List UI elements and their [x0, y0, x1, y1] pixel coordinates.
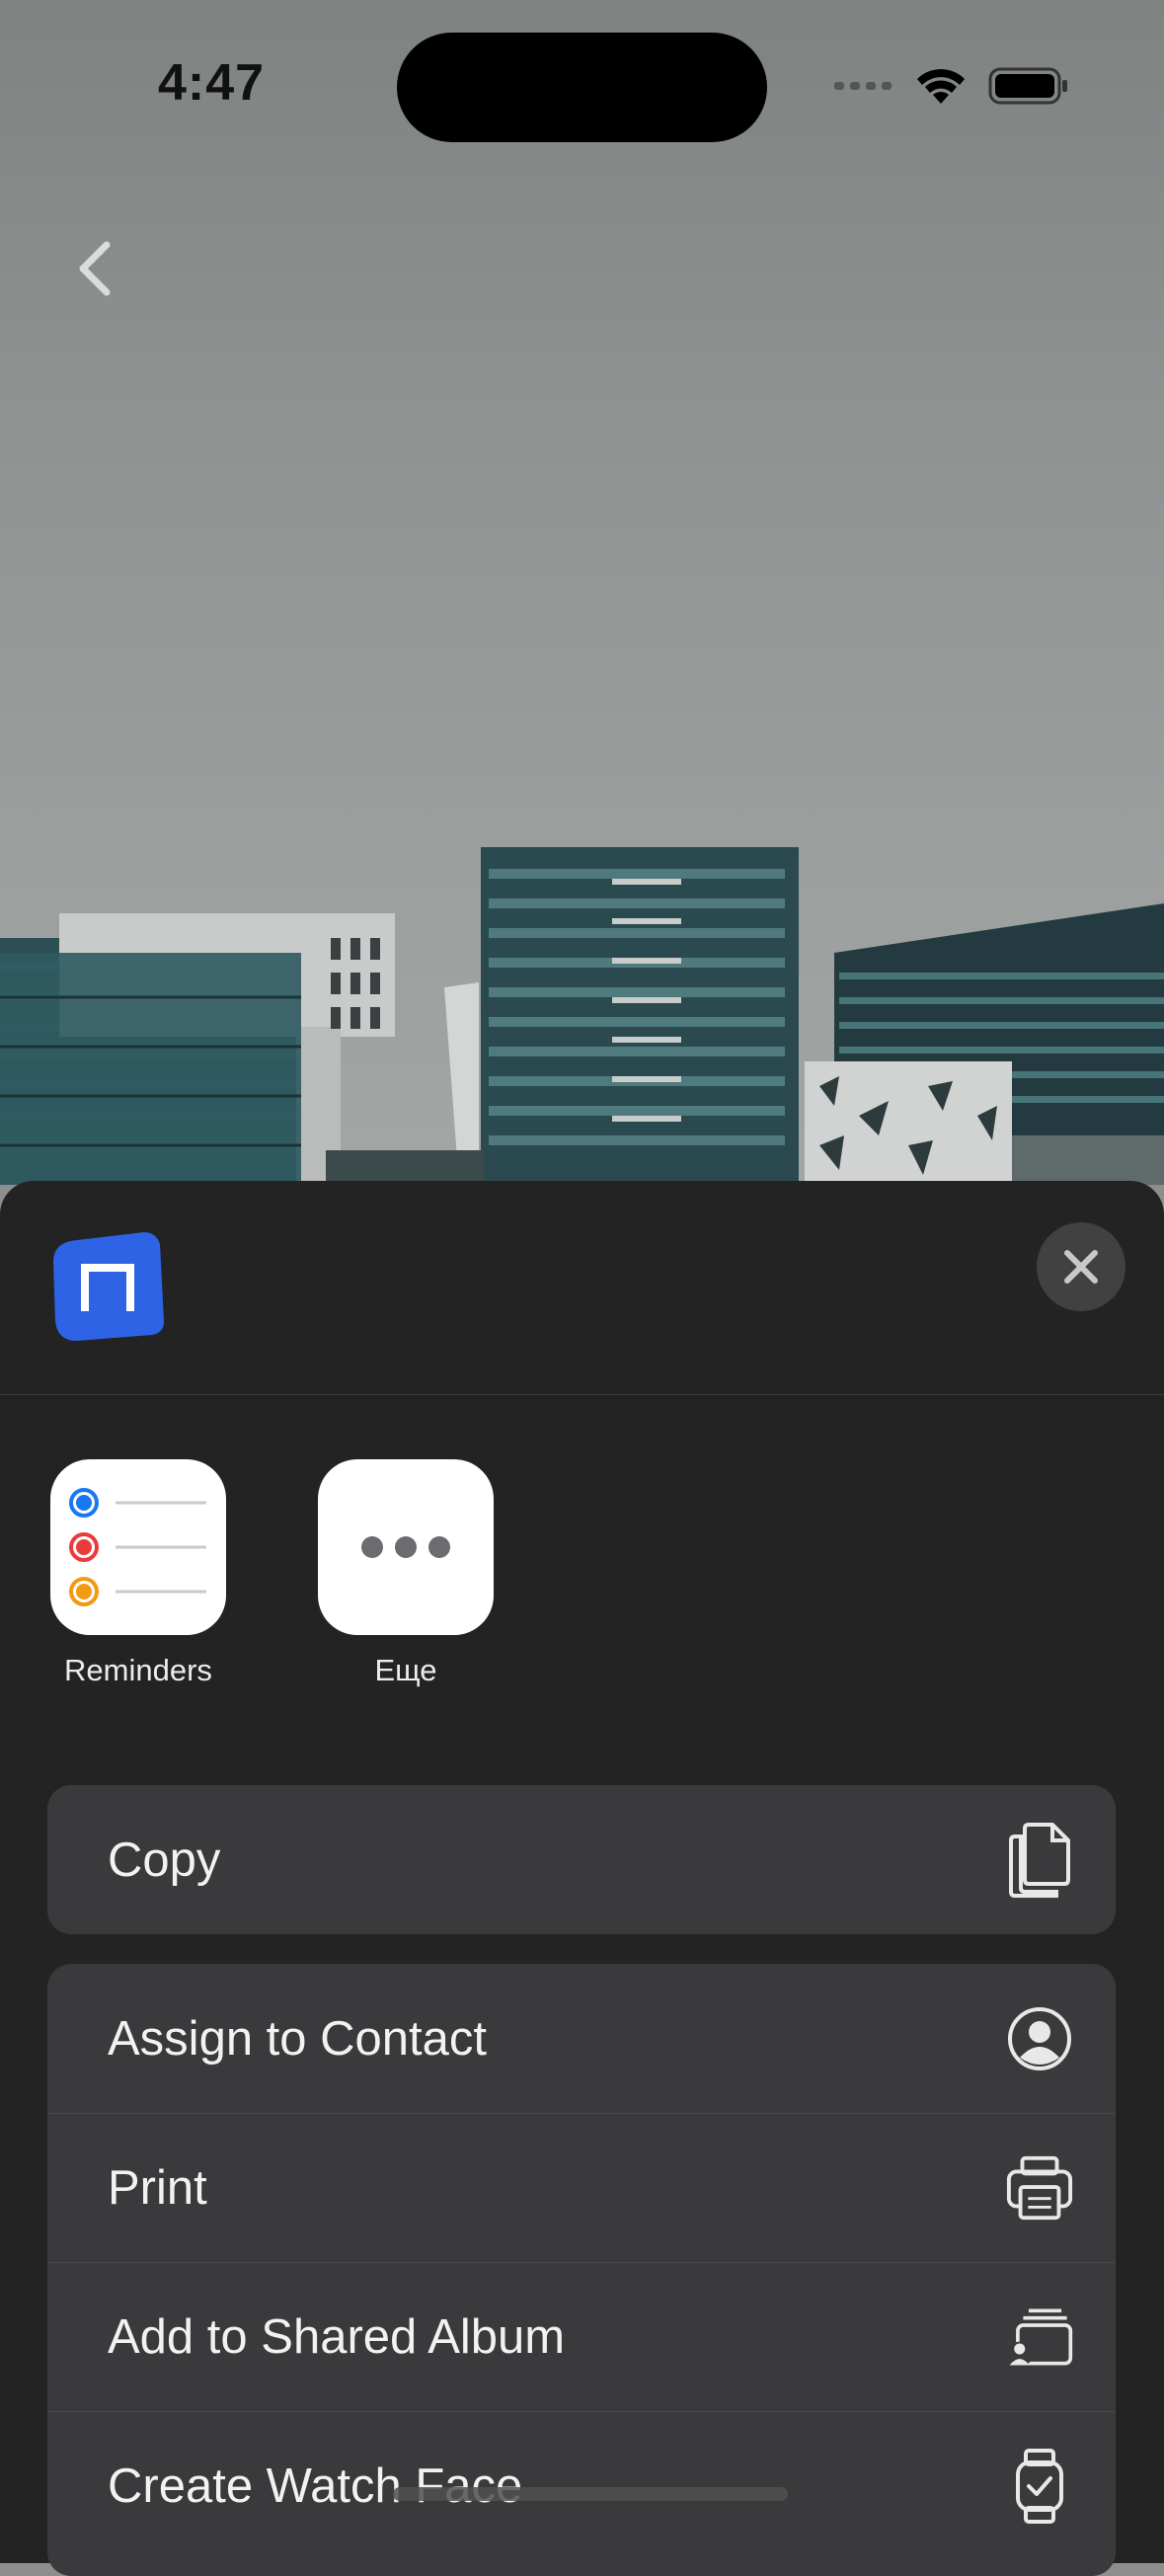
copy-icon: [1005, 1822, 1074, 1898]
city-buildings-image: [0, 847, 1164, 1185]
app-logo-icon: [53, 1232, 164, 1341]
shared-album-icon: [1005, 2303, 1074, 2372]
actions-group: Assign to Contact Print Add to Shared Al…: [47, 1964, 1116, 2576]
contact-icon: [1005, 2004, 1074, 2073]
more-icon: [318, 1459, 494, 1635]
cellular-signal-icon: [834, 82, 892, 90]
share-sheet-header: [0, 1181, 1164, 1395]
print-label: Print: [108, 2161, 207, 2215]
copy-label: Copy: [108, 1833, 221, 1887]
print-action[interactable]: Print: [47, 2113, 1116, 2262]
shared-album-label: Add to Shared Album: [108, 2310, 566, 2364]
status-indicators: [834, 61, 1069, 111]
app-label-more: Еще: [374, 1653, 437, 1687]
battery-icon: [988, 67, 1067, 105]
dynamic-island: [397, 33, 767, 142]
printer-icon: [1005, 2153, 1074, 2223]
close-icon: [1064, 1250, 1098, 1284]
home-indicator[interactable]: [393, 2487, 788, 2501]
shared-album-action[interactable]: Add to Shared Album: [47, 2262, 1116, 2411]
watch-icon: [1005, 2449, 1074, 2524]
back-chevron-icon[interactable]: [69, 237, 118, 300]
watch-face-action[interactable]: Create Watch Face: [47, 2411, 1116, 2560]
copy-action[interactable]: Copy: [47, 1785, 1116, 1934]
wifi-icon: [917, 69, 965, 104]
reminders-icon: [50, 1459, 226, 1635]
share-apps-row: Reminders Еще: [0, 1459, 1164, 1716]
background-photo: [0, 0, 1164, 1185]
app-tile-reminders[interactable]: Reminders: [20, 1459, 257, 1688]
watch-face-label: Create Watch Face: [108, 2459, 523, 2513]
close-button[interactable]: [1037, 1222, 1125, 1311]
copy-group: Copy: [47, 1785, 1116, 1934]
assign-contact-action[interactable]: Assign to Contact: [47, 1964, 1116, 2113]
app-tile-more[interactable]: Еще: [287, 1459, 524, 1688]
status-time: 4:47: [158, 54, 266, 112]
app-label-reminders: Reminders: [64, 1653, 212, 1687]
share-sheet: Reminders Еще Copy Assign to Contact Pri…: [0, 1181, 1164, 2576]
assign-contact-label: Assign to Contact: [108, 2011, 488, 2066]
